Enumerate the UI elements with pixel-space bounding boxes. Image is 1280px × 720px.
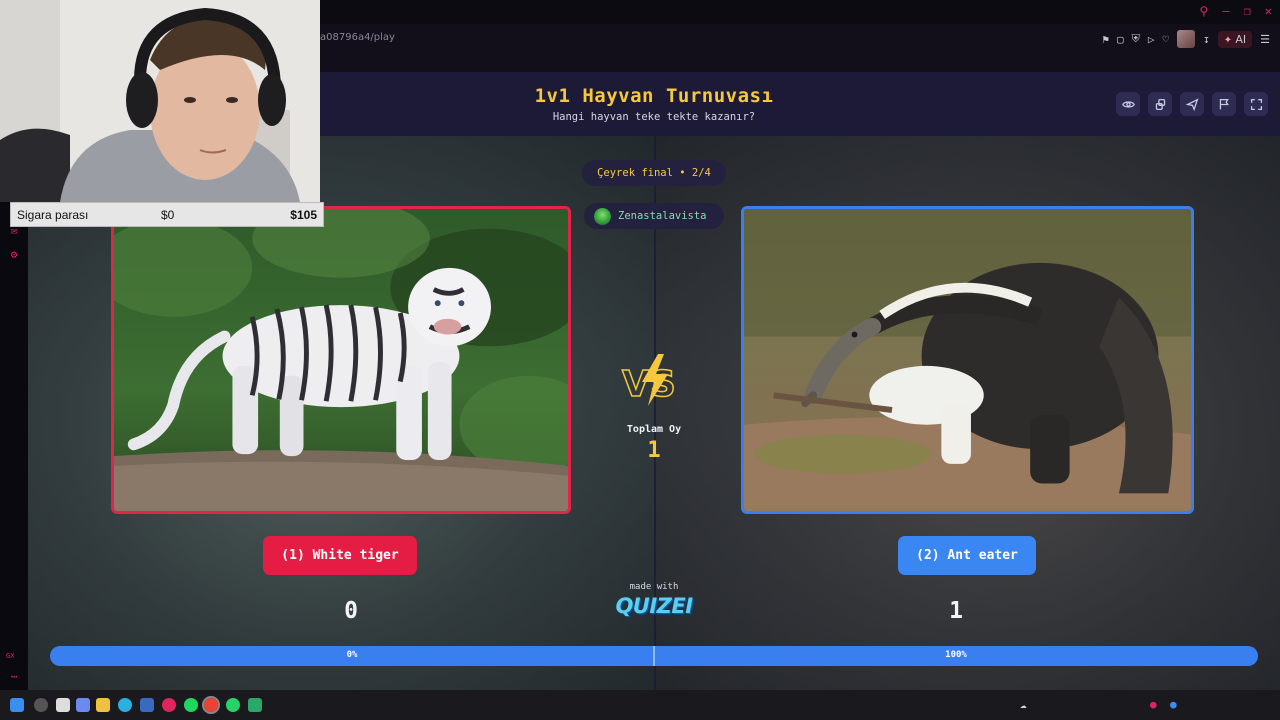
mic-icon[interactable]: ● [1170,698,1177,711]
fullscreen-button[interactable] [1244,92,1268,116]
share-icon [1155,98,1165,110]
send-icon [1185,97,1198,111]
donation-current: $0 [161,208,175,222]
heart-icon[interactable]: ♡ [1163,33,1170,46]
streamer-webcam [0,0,320,202]
total-votes-value: 1 [647,438,661,463]
pin-icon[interactable]: ⚑ [1102,33,1109,46]
close-icon[interactable]: ✕ [1265,4,1272,18]
gx-label: GX [6,652,15,660]
vote-right-button[interactable]: (2) Ant eater [898,536,1036,575]
header-actions [1116,92,1268,116]
whatsapp-icon[interactable] [226,698,240,712]
search-taskbar-icon[interactable] [34,698,48,712]
donation-goal: $105 [290,208,317,222]
search-icon[interactable]: ⚲ [1200,4,1209,18]
user-avatar [594,207,611,225]
share-button[interactable] [1148,92,1172,116]
settings-icon[interactable]: ⚙ [7,248,21,262]
round-badge: Çeyrek final • 2/4 [582,160,726,186]
shield-icon[interactable]: ⛨ [1132,32,1140,46]
restore-icon[interactable]: ❐ [1244,4,1251,18]
opera-icon[interactable] [162,698,176,712]
task-view-icon[interactable] [56,698,70,712]
white-tiger-image [114,209,568,511]
right-vote-count: 1 [949,598,963,624]
anteater-image [744,209,1191,511]
ai-button[interactable]: ✦ AI [1217,30,1253,48]
download-icon[interactable]: ↧ [1203,33,1210,46]
start-icon[interactable] [10,698,24,712]
donation-label: Sigara parası [17,208,89,222]
send-button[interactable] [1180,92,1204,116]
option-image-right[interactable] [741,206,1194,514]
app-icon[interactable] [140,698,154,712]
os-taskbar: ☁ ● ● [0,690,1280,720]
more-icon[interactable]: ⋯ [7,670,21,684]
ai-label: AI [1235,32,1247,46]
total-votes-label: Toplam Oy [626,424,682,435]
user-badge[interactable]: Zenastalavista [584,203,724,229]
spotify-icon[interactable] [184,698,198,712]
minimize-icon[interactable]: — [1222,4,1229,18]
chrome-icon[interactable] [202,696,220,714]
report-button[interactable] [1212,92,1236,116]
left-vote-count: 0 [344,598,358,624]
vote-left-button[interactable]: (1) White tiger [263,536,417,575]
vs-lightning-icon: VS [621,354,677,406]
vote-progress-bar: 0% 100% [50,646,1258,666]
app-icon-2[interactable] [248,698,262,712]
extension-icons: ⚑ ▢ ⛨ ▷ ♡ ↧ ✦ AI ☰ [1102,30,1270,48]
username: Zenastalavista [618,210,707,222]
file-explorer-icon[interactable] [96,698,110,712]
flag-icon [1219,98,1229,109]
progress-center-mark [653,646,655,666]
donation-goal-widget: Sigara parası $0 $105 [10,202,324,227]
weather-icon[interactable]: ☁ [1020,698,1027,711]
url-text[interactable]: a08796a4/play [320,32,395,43]
window-controls: ⚲ — ❐ ✕ [1200,4,1273,18]
quizei-logo[interactable]: QUIZEI [604,594,704,618]
tray-icon[interactable]: ● [1150,698,1157,711]
eye-icon [1121,100,1135,108]
widgets-icon[interactable] [76,698,90,712]
webcam-overlay [0,0,320,202]
fullscreen-icon [1250,98,1262,110]
menu-icon[interactable]: ☰ [1260,33,1270,46]
snapshot-icon[interactable]: ▢ [1117,33,1124,46]
view-button[interactable] [1116,92,1140,116]
option-image-left[interactable] [111,206,571,514]
profile-avatar[interactable] [1177,30,1196,48]
made-with-label: made with [629,582,679,592]
right-percent: 100% [945,650,967,660]
play-icon[interactable]: ▷ [1148,33,1155,46]
edge-icon[interactable] [118,698,132,712]
left-percent: 0% [346,650,358,660]
